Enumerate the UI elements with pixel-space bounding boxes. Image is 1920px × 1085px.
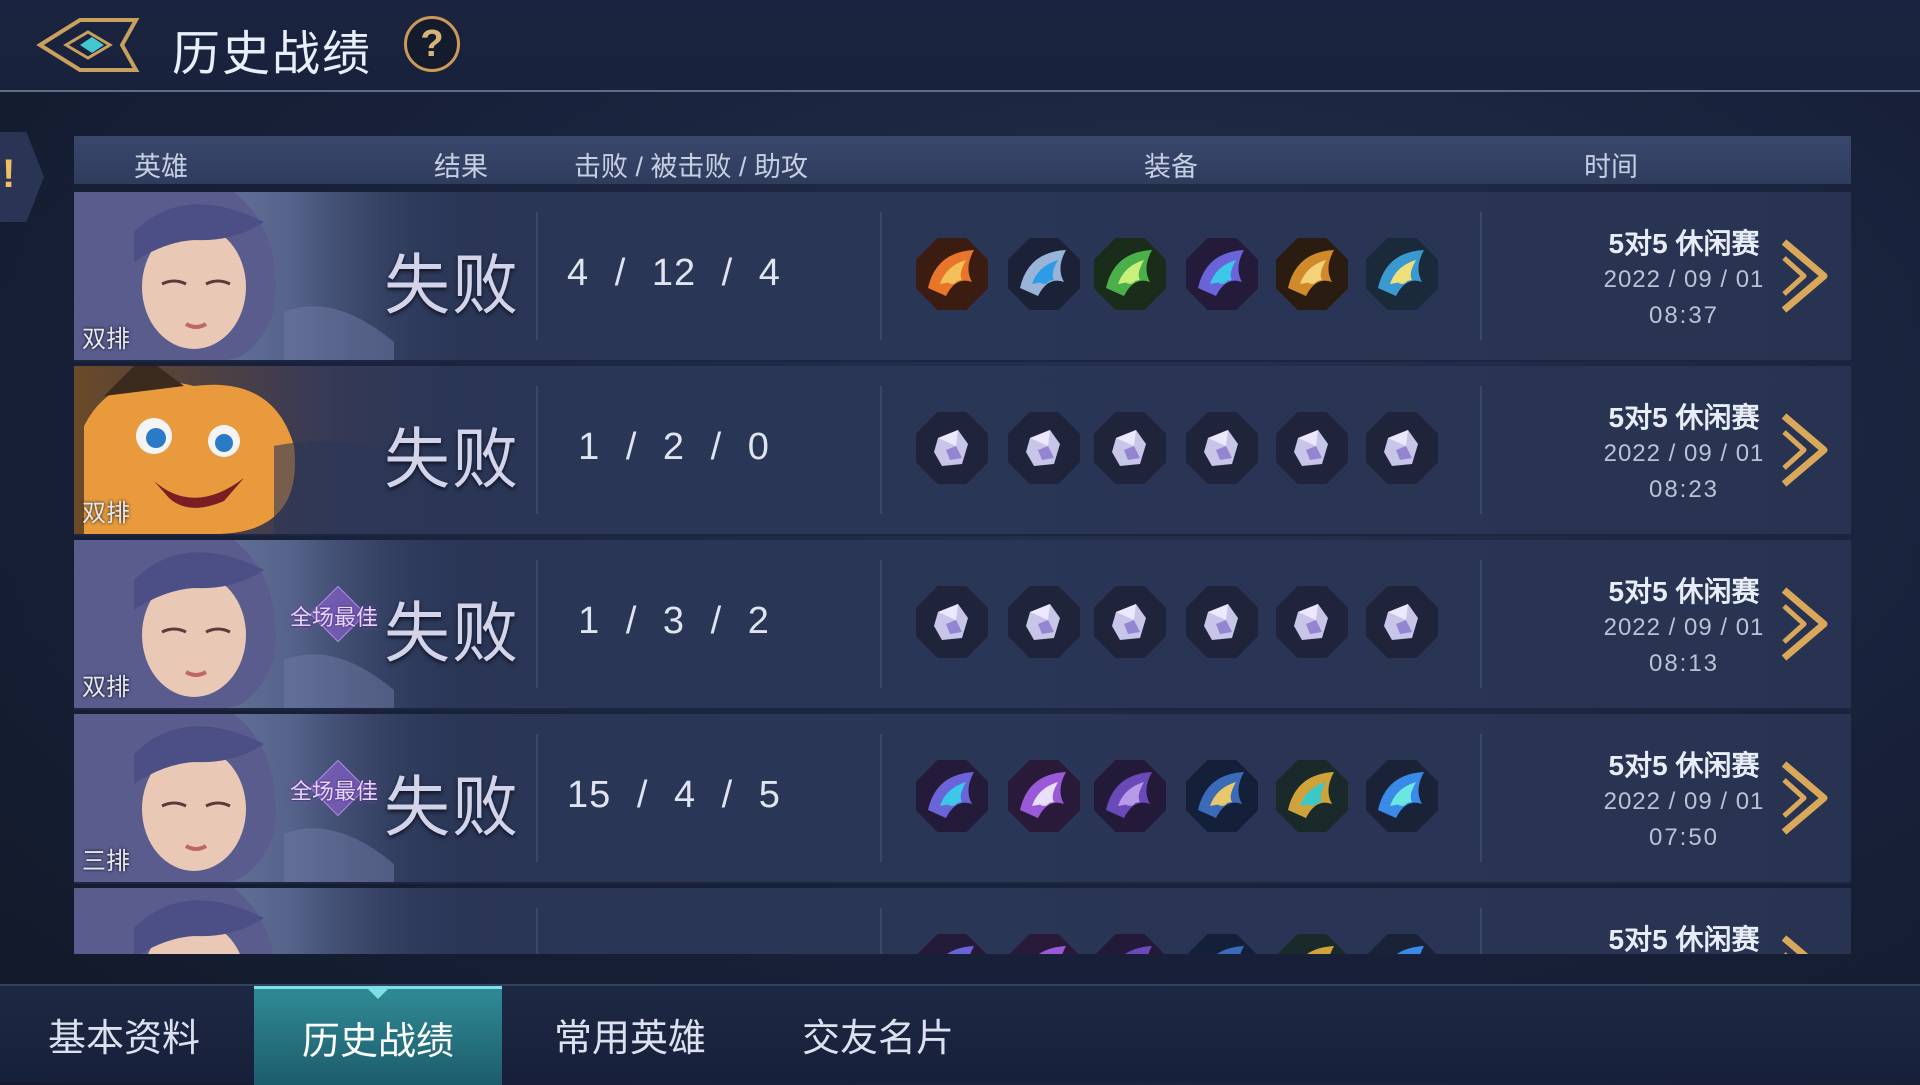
side-expand-tab[interactable]: ! bbox=[0, 132, 44, 222]
crystal-item-icon[interactable] bbox=[916, 412, 988, 484]
column-divider bbox=[1480, 212, 1482, 340]
ice-wing-item-icon[interactable] bbox=[1366, 238, 1438, 310]
crystal-item-icon[interactable] bbox=[1366, 412, 1438, 484]
column-divider bbox=[1480, 560, 1482, 688]
match-result: 失败 bbox=[384, 770, 520, 844]
golden-orb-item-icon[interactable] bbox=[1276, 934, 1348, 954]
equipment-list bbox=[916, 238, 1516, 316]
match-row[interactable]: 双排 失败 1 / 2 / 0 5对5 休闲赛 2022 / 09 / 01 08:23 bbox=[74, 366, 1851, 536]
crystal-item-icon[interactable] bbox=[1008, 586, 1080, 658]
column-equipment: 装备 bbox=[1144, 152, 1198, 182]
team-tag: 双排 bbox=[82, 326, 130, 353]
chevron-right-icon[interactable] bbox=[1780, 238, 1828, 314]
column-divider bbox=[880, 560, 882, 688]
column-hero: 英雄 bbox=[134, 152, 188, 182]
tab-friend-card[interactable]: 交友名片 bbox=[754, 986, 1002, 1082]
chevron-right-icon[interactable] bbox=[1780, 760, 1828, 836]
eye-item-icon[interactable] bbox=[1008, 238, 1080, 310]
crystal-item-icon[interactable] bbox=[1094, 586, 1166, 658]
column-divider bbox=[880, 212, 882, 340]
column-kda: 击败 / 被击败 / 助攻 bbox=[574, 152, 809, 182]
tab-common-heroes[interactable]: 常用英雄 bbox=[506, 986, 754, 1082]
match-row[interactable]: 5对5 休闲赛 bbox=[74, 888, 1851, 954]
leaf-item-icon[interactable] bbox=[1094, 238, 1166, 310]
column-divider bbox=[880, 908, 882, 954]
column-divider bbox=[880, 386, 882, 514]
equipment-list bbox=[916, 760, 1516, 838]
chevron-right-icon[interactable] bbox=[1780, 934, 1828, 954]
kda-stats: 15 / 4 / 5 bbox=[567, 774, 781, 816]
mvp-badge: 全场最佳 bbox=[290, 605, 379, 630]
bottom-nav: 基本资料 历史战绩 常用英雄 交友名片 bbox=[0, 984, 1920, 1085]
golden-orb-item-icon[interactable] bbox=[1276, 760, 1348, 832]
top-bar: 历史战绩 ? bbox=[0, 0, 1920, 92]
match-result: 失败 bbox=[384, 596, 520, 670]
chevron-right-icon[interactable] bbox=[1780, 412, 1828, 488]
shield-item-icon[interactable] bbox=[1094, 760, 1166, 832]
crystal-item-icon[interactable] bbox=[1008, 412, 1080, 484]
mvp-badge: 全场最佳 bbox=[290, 779, 379, 804]
tab-match-history[interactable]: 历史战绩 bbox=[254, 986, 502, 1085]
match-row[interactable]: 双排 失败 4 / 12 / 4 5对5 休闲赛 2022 / 09 / 01 08:37 bbox=[74, 192, 1851, 362]
butterfly-item-icon[interactable] bbox=[916, 760, 988, 832]
book-item-icon[interactable] bbox=[1186, 760, 1258, 832]
book-item-icon[interactable] bbox=[1186, 934, 1258, 954]
table-header: 英雄 结果 击败 / 被击败 / 助攻 装备 时间 bbox=[74, 136, 1851, 184]
tab-match-history-label: 历史战绩 bbox=[301, 1020, 454, 1063]
team-tag: 三排 bbox=[82, 848, 130, 875]
crystal-item-icon[interactable] bbox=[1186, 586, 1258, 658]
page-title: 历史战绩 bbox=[172, 28, 373, 81]
column-result: 结果 bbox=[434, 152, 488, 182]
match-history-list[interactable]: 双排 失败 4 / 12 / 4 5对5 休闲赛 2022 / 09 / 01 08:37… bbox=[74, 192, 1851, 954]
spear-wing-item-icon[interactable] bbox=[1366, 934, 1438, 954]
column-divider bbox=[880, 734, 882, 862]
equipment-list bbox=[916, 412, 1516, 490]
column-divider bbox=[1480, 734, 1482, 862]
scythe-item-icon[interactable] bbox=[1008, 760, 1080, 832]
column-divider bbox=[1480, 908, 1482, 954]
flame-wing-item-icon[interactable] bbox=[916, 238, 988, 310]
column-divider bbox=[536, 908, 538, 954]
active-tab-notch bbox=[366, 987, 390, 999]
match-result: 失败 bbox=[384, 422, 520, 496]
butterfly-item-icon[interactable] bbox=[916, 934, 988, 954]
crystal-item-icon[interactable] bbox=[1276, 412, 1348, 484]
column-time: 时间 bbox=[1584, 152, 1638, 182]
scythe-item-icon[interactable] bbox=[1008, 934, 1080, 954]
crystal-item-icon[interactable] bbox=[1094, 412, 1166, 484]
hero-portrait bbox=[74, 888, 474, 954]
crystal-item-icon[interactable] bbox=[1366, 586, 1438, 658]
crystal-item-icon[interactable] bbox=[916, 586, 988, 658]
kda-stats: 1 / 3 / 2 bbox=[578, 600, 770, 642]
kda-stats: 4 / 12 / 4 bbox=[567, 252, 781, 294]
help-button[interactable]: ? bbox=[404, 16, 460, 72]
shield-item-icon[interactable] bbox=[1094, 934, 1166, 954]
kda-stats: 1 / 2 / 0 bbox=[578, 426, 770, 468]
match-row[interactable]: 三排 全场最佳 失败 15 / 4 / 5 5对5 休闲赛 2022 / 09 / 01 0… bbox=[74, 714, 1851, 884]
equipment-list bbox=[916, 586, 1516, 664]
team-tag: 双排 bbox=[82, 500, 130, 527]
golden-wing-item-icon[interactable] bbox=[1276, 238, 1348, 310]
match-result: 失败 bbox=[384, 248, 520, 322]
back-arrow-icon[interactable] bbox=[36, 12, 146, 78]
equipment-list bbox=[916, 934, 1516, 954]
crystal-item-icon[interactable] bbox=[1276, 586, 1348, 658]
tab-basic-info[interactable]: 基本资料 bbox=[0, 986, 248, 1082]
chevron-right-icon[interactable] bbox=[1780, 586, 1828, 662]
crystal-item-icon[interactable] bbox=[1186, 412, 1258, 484]
butterfly-item-icon[interactable] bbox=[1186, 238, 1258, 310]
spear-wing-item-icon[interactable] bbox=[1366, 760, 1438, 832]
column-divider bbox=[1480, 386, 1482, 514]
team-tag: 双排 bbox=[82, 674, 130, 701]
match-row[interactable]: 双排 全场最佳 失败 1 / 3 / 2 5对5 休闲赛 2022 / 09 / 01 08… bbox=[74, 540, 1851, 710]
